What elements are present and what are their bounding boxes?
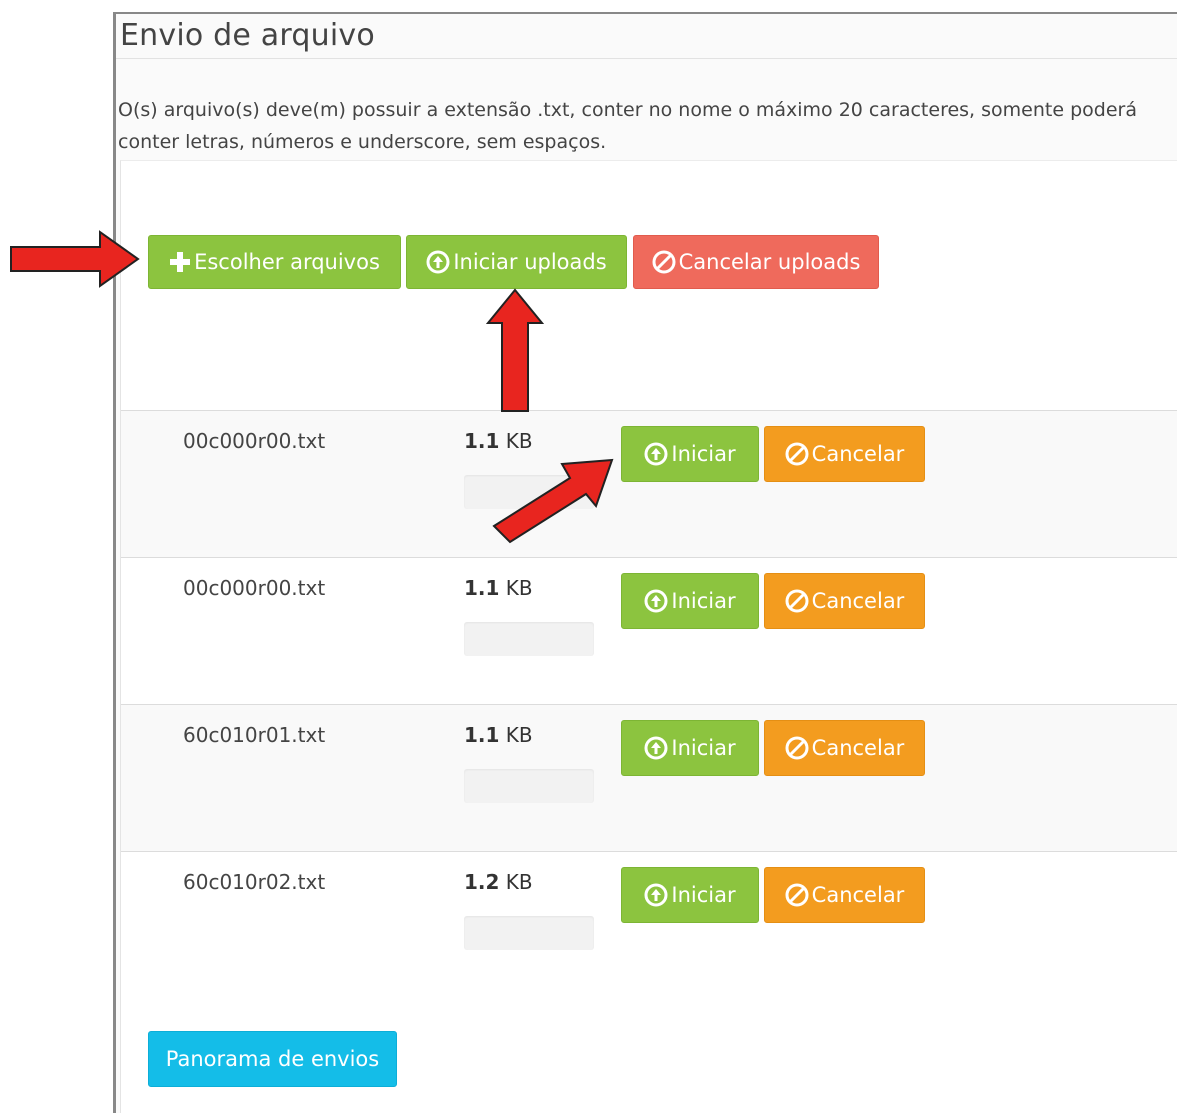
file-size-value: 1.1	[464, 723, 500, 747]
cancel-file-label: Cancelar	[811, 883, 905, 907]
red-arrow-icon	[10, 230, 140, 288]
ban-icon	[785, 589, 809, 613]
file-name: 00c000r00.txt	[183, 429, 326, 453]
upload-panel: Envio de arquivo O(s) arquivo(s) deve(m)…	[113, 12, 1177, 1113]
file-size-unit: KB	[505, 723, 533, 747]
file-size-value: 1.1	[464, 576, 500, 600]
start-uploads-button[interactable]: Iniciar uploads	[406, 235, 627, 289]
start-uploads-label: Iniciar uploads	[453, 250, 607, 274]
file-row: 00c000r00.txt 1.1 KB Iniciar Cancelar	[121, 410, 1177, 558]
red-arrow-icon	[492, 458, 614, 544]
cancel-file-button[interactable]: Cancelar	[764, 867, 925, 923]
start-file-label: Iniciar	[671, 736, 736, 760]
circle-arrow-up-icon	[644, 442, 668, 466]
ban-icon	[652, 250, 676, 274]
start-file-button[interactable]: Iniciar	[621, 867, 759, 923]
ban-icon	[785, 442, 809, 466]
file-row: 60c010r02.txt 1.2 KB Iniciar Cancelar	[121, 851, 1177, 999]
choose-files-label: Escolher arquivos	[194, 250, 380, 274]
upload-overview-label: Panorama de envios	[165, 1047, 380, 1071]
cancel-file-label: Cancelar	[811, 736, 905, 760]
file-size: 1.2 KB	[464, 870, 533, 894]
circle-arrow-up-icon	[644, 736, 668, 760]
start-file-button[interactable]: Iniciar	[621, 573, 759, 629]
panel-title: Envio de arquivo	[120, 18, 375, 53]
start-file-label: Iniciar	[671, 589, 736, 613]
file-size-unit: KB	[505, 870, 533, 894]
cancel-file-button[interactable]: Cancelar	[764, 720, 925, 776]
file-row: 60c010r01.txt 1.1 KB Iniciar Cancelar	[121, 704, 1177, 852]
plus-icon	[169, 251, 191, 273]
title-divider	[116, 58, 1177, 59]
progress-bar	[464, 916, 594, 950]
cancel-file-button[interactable]: Cancelar	[764, 426, 925, 482]
red-arrow-icon	[485, 288, 545, 412]
start-file-button[interactable]: Iniciar	[621, 720, 759, 776]
file-size-value: 1.1	[464, 429, 500, 453]
circle-arrow-up-icon	[426, 250, 450, 274]
start-file-button[interactable]: Iniciar	[621, 426, 759, 482]
start-file-label: Iniciar	[671, 442, 736, 466]
file-size-value: 1.2	[464, 870, 500, 894]
file-size: 1.1 KB	[464, 576, 533, 600]
upload-area: Escolher arquivos Iniciar uploads Cancel…	[120, 160, 1177, 1113]
file-size-unit: KB	[505, 429, 533, 453]
cancel-uploads-label: Cancelar uploads	[678, 250, 861, 274]
circle-arrow-up-icon	[644, 589, 668, 613]
cancel-file-button[interactable]: Cancelar	[764, 573, 925, 629]
file-name: 60c010r02.txt	[183, 870, 326, 894]
file-size-unit: KB	[505, 576, 533, 600]
file-name: 00c000r00.txt	[183, 576, 326, 600]
upload-overview-button[interactable]: Panorama de envios	[148, 1031, 397, 1087]
choose-files-button[interactable]: Escolher arquivos	[148, 235, 401, 289]
cancel-uploads-button[interactable]: Cancelar uploads	[633, 235, 879, 289]
circle-arrow-up-icon	[644, 883, 668, 907]
upload-instructions: O(s) arquivo(s) deve(m) possuir a extens…	[118, 99, 1137, 153]
file-row: 00c000r00.txt 1.1 KB Iniciar Cancelar	[121, 557, 1177, 705]
progress-bar	[464, 769, 594, 803]
file-size: 1.1 KB	[464, 429, 533, 453]
file-size: 1.1 KB	[464, 723, 533, 747]
ban-icon	[785, 883, 809, 907]
start-file-label: Iniciar	[671, 883, 736, 907]
ban-icon	[785, 736, 809, 760]
cancel-file-label: Cancelar	[811, 589, 905, 613]
cancel-file-label: Cancelar	[811, 442, 905, 466]
progress-bar	[464, 622, 594, 656]
file-name: 60c010r01.txt	[183, 723, 326, 747]
